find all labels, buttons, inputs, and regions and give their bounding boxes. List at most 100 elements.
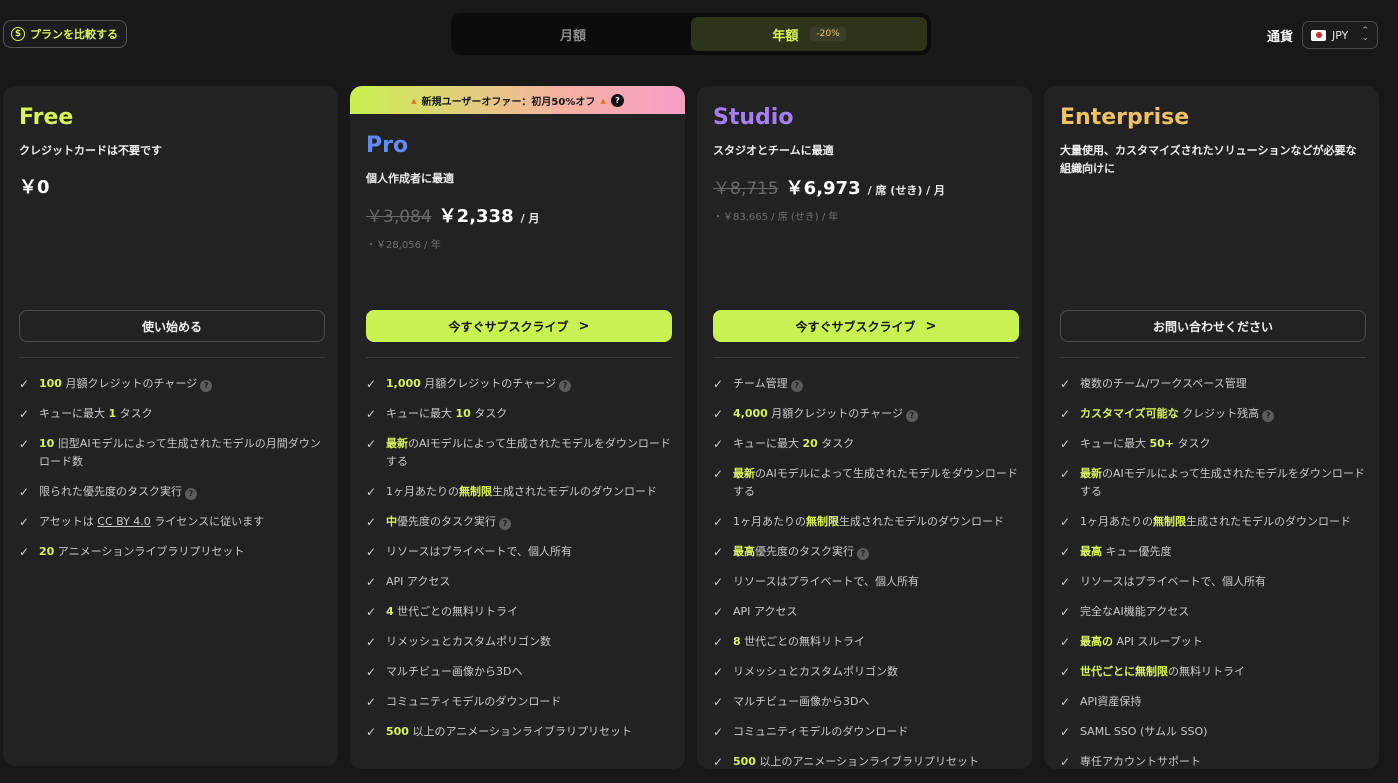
- plan-name: Enterprise: [1060, 105, 1190, 130]
- info-icon[interactable]: ?: [790, 380, 803, 392]
- check-icon: ✓: [1060, 635, 1071, 649]
- offer-text: 新規ユーザーオファー：初月50%オフ: [421, 96, 596, 108]
- plan-name: Pro: [366, 133, 409, 158]
- feature-item: ✓ キューに最大 50+ タスク: [1060, 435, 1366, 453]
- feature-segment: マルチビュー画像から3Dへ: [733, 695, 870, 708]
- feature-text: リメッシュとカスタムポリゴン数: [733, 663, 1019, 681]
- feature-highlight: 500: [386, 725, 409, 738]
- plan-card-enterprise: Enterprise 大量使用、カスタマイズされたソリューションなどが必要な組織…: [1044, 86, 1379, 769]
- info-icon[interactable]: ?: [499, 518, 511, 530]
- compare-plans-button[interactable]: $ プランを比較する: [3, 20, 127, 48]
- feature-segment: 世代ごとの無料リトライ: [740, 635, 866, 648]
- info-icon[interactable]: ?: [1262, 410, 1275, 422]
- get-started-button[interactable]: 使い始める: [19, 310, 325, 342]
- feature-item: ✓ 最高の API スループット: [1060, 633, 1366, 651]
- info-icon[interactable]: ?: [558, 380, 571, 392]
- feature-item: ✓ アセットは CC BY 4.0 ライセンスに従います: [19, 513, 325, 531]
- discounted-price: ￥6,973: [785, 178, 861, 199]
- info-icon[interactable]: ?: [857, 548, 869, 560]
- feature-segment: リメッシュとカスタムポリゴン数: [733, 665, 898, 678]
- feature-list: ✓ チーム管理? ✓ 4,000 月額クレジットのチャージ? ✓ キューに最大 20 タス…: [713, 375, 1019, 783]
- feature-text: 限られた優先度のタスク実行?: [39, 483, 325, 501]
- currency-select[interactable]: JPY ⌃ ⌄: [1302, 21, 1378, 49]
- feature-text: API アクセス: [386, 573, 672, 591]
- feature-highlight: 無制限: [1153, 515, 1186, 528]
- feature-item: ✓ 1,000 月額クレジットのチャージ?: [366, 375, 672, 393]
- check-icon: ✓: [1060, 725, 1071, 739]
- plan-description: クレジットカードは不要です: [19, 144, 162, 157]
- check-icon: ✓: [713, 755, 724, 769]
- check-icon: ✓: [713, 575, 724, 589]
- feature-item: ✓ 500 以上のアニメーションライブラリプリセット: [713, 753, 1019, 771]
- feature-segment: 優先度のタスク実行: [755, 545, 854, 558]
- feature-item: ✓ 最新のAIモデルによって生成されたモデルをダウンロードする: [713, 465, 1019, 501]
- feature-segment: アニメーションライブラリプリセット: [54, 545, 245, 558]
- feature-segment: API資産保持: [1080, 695, 1142, 708]
- feature-segment: クレジット残高: [1178, 407, 1260, 420]
- feature-segment: リソースはプライベートで、個人所有: [733, 575, 920, 588]
- feature-item: ✓ API アクセス: [366, 573, 672, 591]
- feature-segment: キューに最大: [386, 407, 456, 420]
- feature-segment: 以上のアニメーションライブラリプリセット: [408, 725, 633, 738]
- check-icon: ✓: [366, 725, 377, 739]
- check-icon: ✓: [1060, 755, 1071, 769]
- check-icon: ✓: [366, 545, 377, 559]
- feature-highlight: 500: [733, 755, 756, 768]
- subscribe-button[interactable]: 今すぐサブスクライブ >: [366, 310, 672, 342]
- feature-text: 1ヶ月あたりの無制限生成されたモデルのダウンロード: [1080, 513, 1366, 531]
- feature-text: 専任アカウントサポート: [1080, 753, 1366, 771]
- feature-item: ✓ 専任アカウントサポート: [1060, 753, 1366, 771]
- feature-text: キューに最大 1 タスク: [39, 405, 325, 423]
- check-icon: ✓: [1060, 605, 1071, 619]
- cta-label: 今すぐサブスクライブ: [448, 319, 569, 334]
- divider: [19, 357, 325, 358]
- subscribe-button[interactable]: 今すぐサブスクライブ >: [713, 310, 1019, 342]
- contact-us-button[interactable]: お問い合わせください: [1060, 310, 1366, 342]
- feature-text: 4 世代ごとの無料リトライ: [386, 603, 672, 621]
- billing-monthly-option[interactable]: 月額: [455, 17, 691, 51]
- check-icon: ✓: [713, 545, 724, 559]
- check-icon: ✓: [1060, 665, 1071, 679]
- check-icon: ✓: [713, 695, 724, 709]
- feature-segment: 旧型AIモデルによって生成されたモデルの月間ダウンロード数: [39, 437, 321, 468]
- info-icon[interactable]: ?: [185, 488, 197, 500]
- feature-segment: マルチビュー画像から3Dへ: [386, 665, 523, 678]
- feature-highlight: 世代ごとに無制限: [1080, 665, 1168, 678]
- license-link[interactable]: CC BY 4.0: [97, 515, 151, 528]
- feature-item: ✓ キューに最大 20 タスク: [713, 435, 1019, 453]
- feature-item: ✓ 100 月額クレジットのチャージ?: [19, 375, 325, 393]
- feature-item: ✓ 最新のAIモデルによって生成されたモデルをダウンロードする: [366, 435, 672, 471]
- feature-text: コミュニティモデルのダウンロード: [733, 723, 1019, 741]
- feature-item: ✓ SAML SSO (サムル SSO): [1060, 723, 1366, 741]
- billing-yearly-option[interactable]: 年額 -20%: [691, 17, 927, 51]
- feature-text: アセットは CC BY 4.0 ライセンスに従います: [39, 513, 325, 531]
- feature-highlight: 無制限: [459, 485, 492, 498]
- feature-segment: コミュニティモデルのダウンロード: [386, 695, 562, 708]
- feature-segment: ライセンスに従います: [150, 515, 265, 528]
- feature-segment: 生成されたモデルのダウンロード: [492, 485, 657, 498]
- feature-text: 複数のチーム/ワークスペース管理: [1080, 375, 1366, 393]
- feature-item: ✓ チーム管理?: [713, 375, 1019, 393]
- feature-segment: タスク: [116, 407, 153, 420]
- check-icon: ✓: [366, 665, 377, 679]
- feature-text: 最新のAIモデルによって生成されたモデルをダウンロードする: [733, 465, 1019, 501]
- check-icon: ✓: [19, 407, 30, 421]
- plan-card-pro: ▴ 新規ユーザーオファー：初月50%オフ ▴ ? Pro 個人作成者に最適 ￥3…: [350, 86, 685, 769]
- info-icon[interactable]: ?: [905, 410, 918, 422]
- feature-highlight: 中: [386, 515, 397, 528]
- help-icon[interactable]: ?: [610, 93, 624, 107]
- feature-text: リソースはプライベートで、個人所有: [386, 543, 672, 561]
- feature-segment: 月額クレジットのチャージ: [61, 377, 198, 390]
- check-icon: ✓: [1060, 575, 1071, 589]
- feature-item: ✓ 1ヶ月あたりの無制限生成されたモデルのダウンロード: [1060, 513, 1366, 531]
- feature-text: 1ヶ月あたりの無制限生成されたモデルのダウンロード: [386, 483, 672, 501]
- check-icon: ✓: [713, 665, 724, 679]
- price-period: / 月: [520, 212, 540, 225]
- feature-item: ✓ 1ヶ月あたりの無制限生成されたモデルのダウンロード: [713, 513, 1019, 531]
- feature-segment: 複数のチーム/ワークスペース管理: [1080, 377, 1247, 390]
- feature-text: キューに最大 20 タスク: [733, 435, 1019, 453]
- info-icon[interactable]: ?: [200, 380, 213, 392]
- feature-text: 1ヶ月あたりの無制限生成されたモデルのダウンロード: [733, 513, 1019, 531]
- feature-highlight: 無制限: [806, 515, 839, 528]
- plan-description: 個人作成者に最適: [366, 172, 454, 185]
